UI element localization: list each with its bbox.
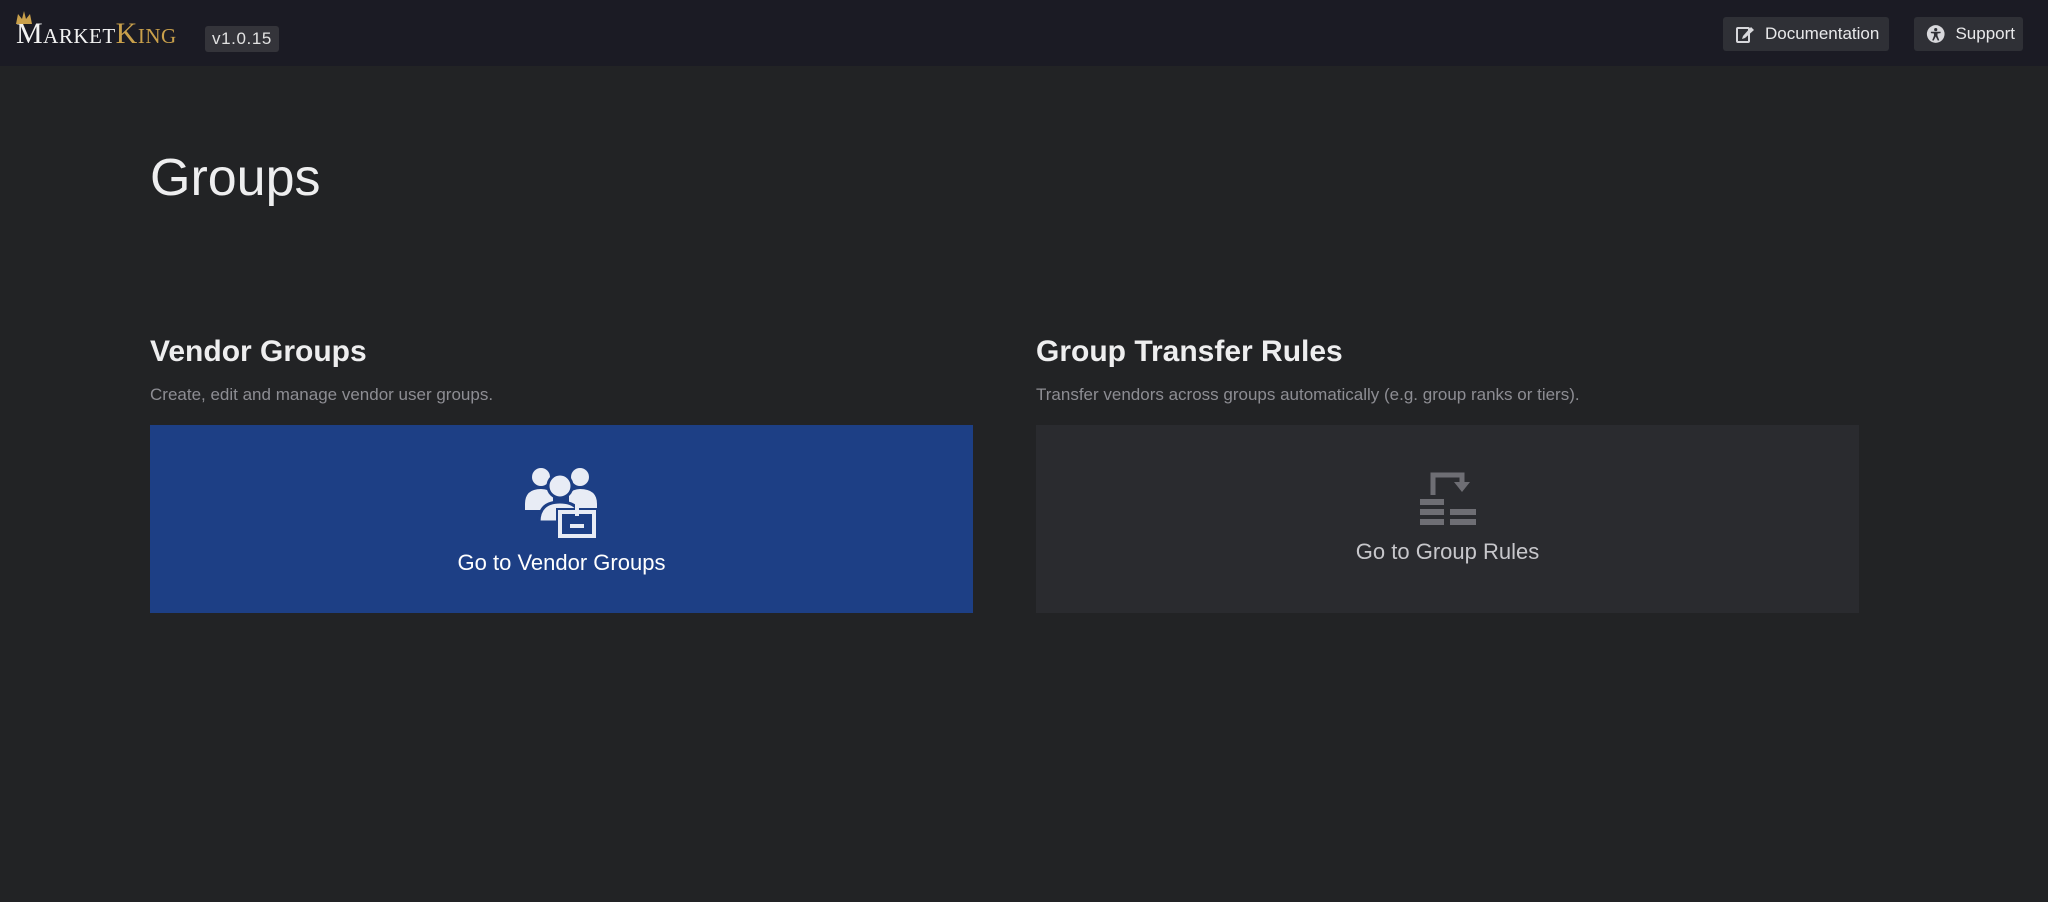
group-rules-card-label: Go to Group Rules (1355, 539, 1540, 564)
group-transfer-rules-card[interactable]: Go to Group Rules (1036, 425, 1859, 613)
vendor-groups-card[interactable]: Go to Vendor Groups (150, 425, 973, 613)
group-transfer-rules-description: Transfer vendors across groups automatic… (1036, 385, 1580, 404)
group-transfer-rules-title: Group Transfer Rules (1036, 335, 1343, 368)
transfer-rules-icon (1419, 472, 1476, 525)
logo-text: MarketKing (16, 17, 177, 50)
version-badge: v1.0.15 (205, 26, 279, 52)
vendor-groups-description: Create, edit and manage vendor user grou… (150, 385, 494, 404)
accessibility-icon (1926, 25, 1945, 43)
crown-icon (16, 11, 32, 24)
page-title: Groups (150, 149, 321, 207)
vendor-groups-card-label: Go to Vendor Groups (457, 550, 666, 575)
documentation-label: Documentation (1765, 24, 1880, 43)
users-group-icon (524, 468, 598, 538)
vendor-groups-title: Vendor Groups (150, 335, 367, 368)
support-button[interactable]: Support (1914, 17, 2023, 51)
top-bar: MarketKing v1.0.15 Documentation Support (0, 0, 2048, 66)
support-label: Support (1955, 24, 2015, 43)
documentation-button[interactable]: Documentation (1723, 17, 1889, 51)
marketking-logo[interactable]: MarketKing (16, 11, 177, 54)
edit-document-icon (1736, 27, 1754, 43)
